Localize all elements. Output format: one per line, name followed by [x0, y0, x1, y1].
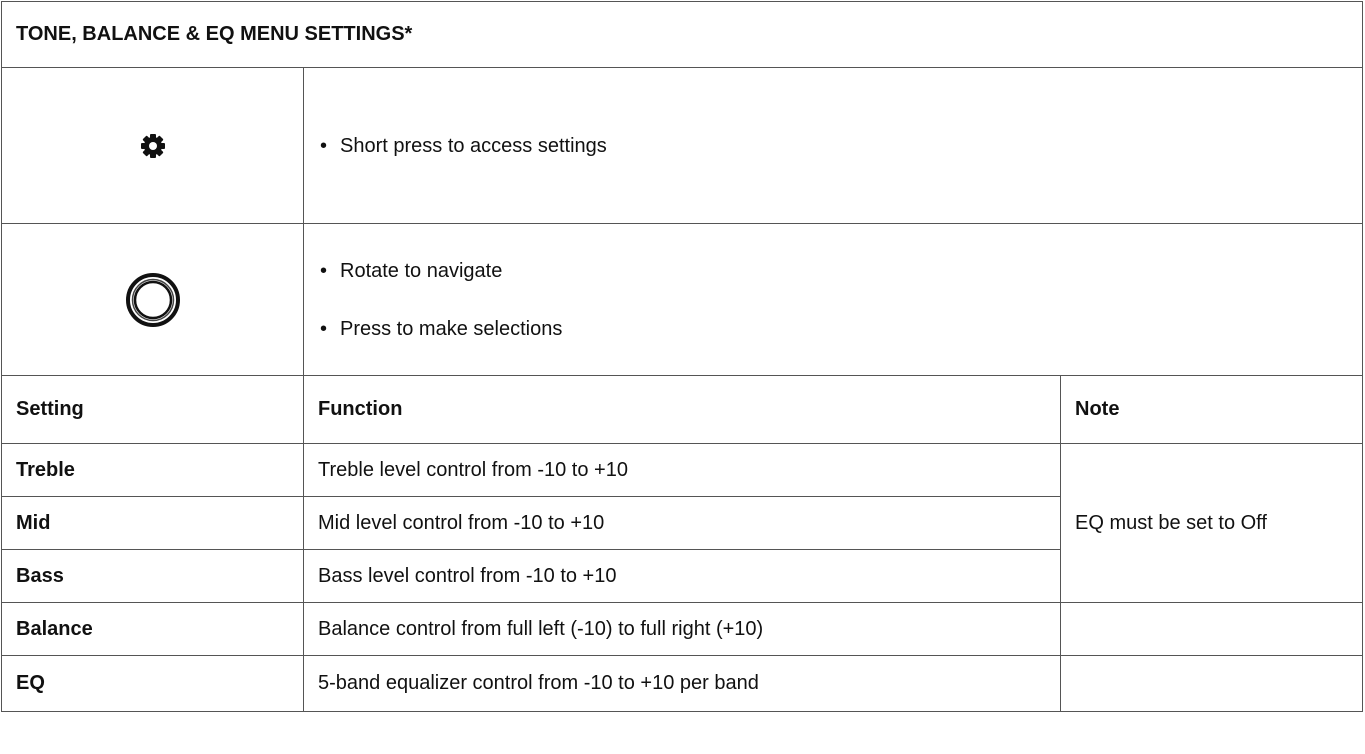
bullet-item: Press to make selections — [318, 317, 1348, 341]
bullet-item: Rotate to navigate — [318, 259, 1348, 283]
control-row-knob: Rotate to navigate Press to make selecti… — [1, 223, 1364, 376]
header-note: Note — [1059, 375, 1364, 444]
row-note — [1059, 602, 1364, 656]
table-row: EQ 5-band equalizer control from -10 to … — [1, 655, 1364, 712]
bullet-item: Short press to access settings — [318, 134, 1348, 158]
control-row-settings: Short press to access settings — [1, 67, 1364, 224]
table-row: Treble Treble level control from -10 to … — [1, 443, 1364, 603]
setting-name: EQ — [1, 655, 304, 712]
knob-bullet-list: Rotate to navigate Press to make selecti… — [318, 259, 1348, 341]
rotary-knob-icon-cell — [1, 223, 304, 376]
title-row: TONE, BALANCE & EQ MENU SETTINGS* — [0, 1, 1364, 68]
row-note — [1059, 655, 1364, 712]
setting-name: Balance — [1, 602, 304, 656]
table-row: Balance Balance control from full left (… — [1, 602, 1364, 656]
merged-note: EQ must be set to Off — [1059, 443, 1364, 603]
rotary-knob-icon — [125, 272, 180, 327]
setting-name: Treble — [1, 443, 304, 497]
knob-instructions: Rotate to navigate Press to make selecti… — [302, 223, 1364, 376]
gear-icon — [140, 133, 165, 158]
document-title: TONE, BALANCE & EQ MENU SETTINGS* — [0, 1, 1364, 68]
setting-name: Mid — [1, 496, 304, 550]
setting-function: Mid level control from -10 to +10 — [303, 496, 1061, 550]
setting-name: Bass — [1, 549, 304, 603]
settings-table: TONE, BALANCE & EQ MENU SETTINGS* • Shor… — [0, 1, 1364, 712]
setting-function: 5-band equalizer control from -10 to +10… — [303, 655, 1061, 712]
setting-function: Balance control from full left (-10) to … — [303, 602, 1061, 656]
settings-bullet-list: Short press to access settings — [318, 134, 1348, 158]
setting-function: Bass level control from -10 to +10 — [303, 549, 1061, 603]
header-setting: Setting — [1, 375, 304, 444]
header-function: Function — [303, 375, 1061, 444]
settings-instructions: Short press to access settings — [302, 67, 1364, 224]
setting-function: Treble level control from -10 to +10 — [303, 443, 1061, 497]
table-header-row: Setting Function Note — [1, 375, 1364, 444]
gear-icon-cell — [1, 67, 304, 224]
